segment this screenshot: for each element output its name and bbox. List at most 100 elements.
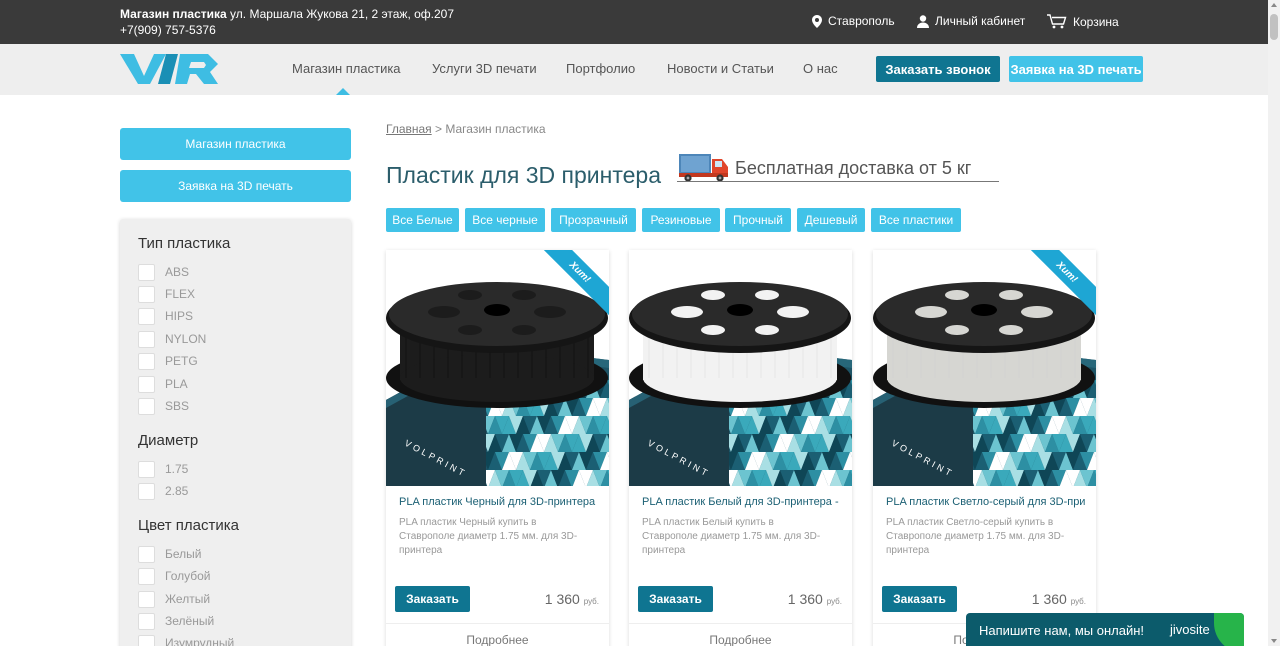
- filter-option-yellow[interactable]: Желтый: [138, 590, 210, 608]
- filter-option-285[interactable]: 2.85: [138, 482, 188, 500]
- active-nav-indicator: [336, 88, 350, 95]
- chat-widget[interactable]: Напишите нам, мы онлайн! jivosite: [966, 613, 1244, 646]
- nav-item-news[interactable]: Новости и Статьи: [667, 61, 774, 76]
- order-button[interactable]: Заказать: [638, 586, 713, 612]
- price-currency: руб.: [826, 597, 842, 606]
- tag-all-black[interactable]: Все черные: [465, 208, 545, 232]
- chat-status-indicator: [1214, 613, 1244, 646]
- filter-option-emerald[interactable]: Изумрудный: [138, 634, 234, 646]
- tag-all-plastics[interactable]: Все пластики: [871, 208, 961, 232]
- sidebar-shop-button[interactable]: Магазин пластика: [120, 128, 351, 160]
- checkbox[interactable]: [138, 567, 155, 585]
- filter-group-title: Диаметр: [138, 432, 199, 449]
- chat-message: Напишите нам, мы онлайн!: [979, 623, 1145, 638]
- tag-rubber[interactable]: Резиновые: [642, 208, 720, 232]
- product-name[interactable]: PLA пластик Белый для 3D-принтера - ...: [642, 496, 842, 508]
- checkbox[interactable]: [138, 634, 155, 646]
- filter-option-petg[interactable]: PETG: [138, 352, 198, 370]
- product-image[interactable]: VOLPRINT: [386, 250, 609, 486]
- filter-option-label: SBS: [165, 399, 190, 413]
- price-value: 1 360: [544, 591, 580, 607]
- page-title: Пластик для 3D принтера: [386, 162, 662, 188]
- filter-option-green[interactable]: Зелёный: [138, 612, 214, 630]
- filter-option-label: Белый: [165, 547, 202, 561]
- checkbox[interactable]: [138, 352, 155, 370]
- filament-spool-image: VOLPRINT: [386, 250, 609, 486]
- site-logo[interactable]: [120, 52, 220, 86]
- phone-number[interactable]: +7(909) 757-5376: [120, 23, 216, 37]
- scroll-down-arrow[interactable]: [1271, 639, 1277, 643]
- filter-option-nylon[interactable]: NYLON: [138, 330, 206, 348]
- delivery-text: Бесплатная доставка от 5 кг: [735, 158, 972, 178]
- cart-link[interactable]: Корзина: [1047, 14, 1119, 29]
- cart-icon: [1047, 14, 1067, 29]
- nav-item-3d-printing[interactable]: Услуги 3D печати: [432, 61, 537, 76]
- breadcrumb-separator: >: [431, 122, 446, 136]
- checkbox[interactable]: [138, 397, 155, 415]
- price-value: 1 360: [1031, 591, 1067, 607]
- product-card[interactable]: VOLPRINT Хит! PLA пластик Светло-серый д…: [873, 250, 1096, 646]
- filament-spool-image: VOLPRINT: [873, 250, 1096, 486]
- filter-panel: Тип пластика ABS FLEX HIPS NYLON PETG PL…: [120, 219, 351, 646]
- product-image[interactable]: VOLPRINT: [873, 250, 1096, 486]
- checkbox[interactable]: [138, 482, 155, 500]
- filter-group-title: Тип пластика: [138, 235, 231, 252]
- city-label: Ставрополь: [828, 14, 895, 28]
- filter-option-sbs[interactable]: SBS: [138, 397, 189, 415]
- checkbox[interactable]: [138, 285, 155, 303]
- filter-option-pla[interactable]: PLA: [138, 375, 188, 393]
- filter-option-white[interactable]: Белый: [138, 545, 201, 563]
- product-image[interactable]: VOLPRINT: [629, 250, 852, 486]
- product-name[interactable]: PLA пластик Светло-серый для 3D-при...: [886, 496, 1086, 508]
- details-link[interactable]: Подробнее: [386, 623, 609, 646]
- product-card[interactable]: VOLPRINT PLA пластик Белый для 3D-принте…: [629, 250, 852, 646]
- account-link[interactable]: Личный кабинет: [917, 14, 1025, 28]
- filter-option-hips[interactable]: HIPS: [138, 307, 193, 325]
- scroll-up-arrow[interactable]: [1271, 3, 1277, 7]
- address-text: ул. Маршала Жукова 21, 2 этаж, оф.207: [226, 7, 455, 21]
- product-card[interactable]: VOLPRINT Хит! PLA пластик Черный для 3D-…: [386, 250, 609, 646]
- checkbox[interactable]: [138, 375, 155, 393]
- checkbox[interactable]: [138, 460, 155, 478]
- nav-item-about[interactable]: О нас: [803, 61, 838, 76]
- checkbox[interactable]: [138, 590, 155, 608]
- chat-brand: jivosite: [1170, 622, 1210, 637]
- sidebar-order-button[interactable]: Заявка на 3D печать: [120, 170, 351, 202]
- filter-option-abs[interactable]: ABS: [138, 263, 189, 281]
- request-call-button[interactable]: Заказать звонок: [876, 56, 1000, 82]
- tag-strong[interactable]: Прочный: [725, 208, 791, 232]
- checkbox[interactable]: [138, 307, 155, 325]
- filter-option-label: HIPS: [165, 309, 194, 323]
- order-button[interactable]: Заказать: [882, 586, 957, 612]
- nav-item-plastic-shop[interactable]: Магазин пластика: [292, 61, 401, 76]
- tag-all-white[interactable]: Все Белые: [386, 208, 459, 232]
- product-description: PLA пластик Белый купить в Ставрополе ди…: [642, 517, 821, 556]
- store-address: Магазин пластика ул. Маршала Жукова 21, …: [120, 6, 454, 38]
- checkbox[interactable]: [138, 612, 155, 630]
- checkbox[interactable]: [138, 263, 155, 281]
- filter-option-flex[interactable]: FLEX: [138, 285, 195, 303]
- user-icon: [917, 14, 929, 28]
- filter-option-175[interactable]: 1.75: [138, 460, 188, 478]
- top-bar: Магазин пластика ул. Маршала Жукова 21, …: [0, 0, 1268, 44]
- cart-label: Корзина: [1073, 14, 1119, 29]
- scrollbar-thumb[interactable]: [1270, 14, 1278, 40]
- details-link[interactable]: Подробнее: [629, 623, 852, 646]
- tag-cheap[interactable]: Дешевый: [797, 208, 865, 232]
- product-name[interactable]: PLA пластик Черный для 3D-принтера ...: [399, 496, 599, 508]
- filter-option-label: Голубой: [165, 569, 211, 583]
- vertical-scrollbar[interactable]: [1268, 0, 1280, 646]
- city-selector[interactable]: Ставрополь: [812, 14, 895, 28]
- order-3d-print-button[interactable]: Заявка на 3D печать: [1009, 56, 1143, 82]
- filter-option-label: NYLON: [165, 332, 207, 346]
- free-delivery-banner[interactable]: Бесплатная доставка от 5 кг: [677, 151, 1002, 185]
- checkbox[interactable]: [138, 545, 155, 563]
- checkbox[interactable]: [138, 330, 155, 348]
- price-currency: руб.: [1070, 597, 1086, 606]
- breadcrumb-current: Магазин пластика: [445, 122, 546, 136]
- filter-option-lightblue[interactable]: Голубой: [138, 567, 211, 585]
- nav-item-portfolio[interactable]: Портфолио: [566, 61, 635, 76]
- tag-transparent[interactable]: Прозрачный: [551, 208, 636, 232]
- breadcrumb-home-link[interactable]: Главная: [386, 122, 432, 136]
- order-button[interactable]: Заказать: [395, 586, 470, 612]
